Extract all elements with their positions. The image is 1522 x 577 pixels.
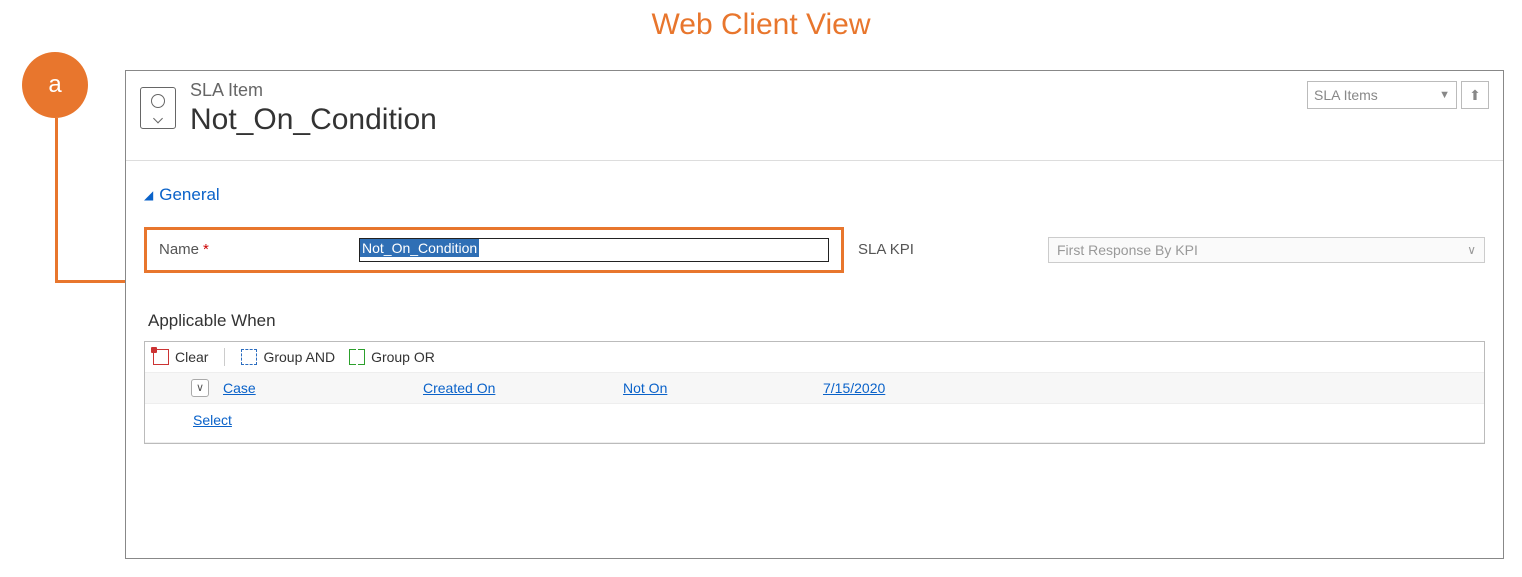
section-general-header[interactable]: ◢ General <box>144 185 1485 205</box>
condition-attribute[interactable]: Created On <box>423 380 623 396</box>
navigate-up-button[interactable]: ⬆ <box>1461 81 1489 109</box>
annotation-connector <box>55 280 135 283</box>
form-body: ◢ General Name * Not_On_Condition SLA KP… <box>126 161 1503 458</box>
chevron-down-icon: ∨ <box>1467 243 1476 257</box>
required-star-icon: * <box>203 242 209 257</box>
expand-row-button[interactable]: ∨ <box>191 379 209 397</box>
group-and-icon <box>241 349 257 365</box>
header-right: SLA Items ▼ ⬆ <box>1307 81 1489 109</box>
entity-type-label: SLA Item <box>190 81 1307 101</box>
group-or-icon <box>349 349 365 365</box>
clear-button[interactable]: Clear <box>153 349 208 365</box>
condition-value[interactable]: 7/15/2020 <box>823 380 1023 396</box>
group-or-button[interactable]: Group OR <box>349 349 435 365</box>
kpi-lookup[interactable]: First Response By KPI ∨ <box>1048 237 1485 263</box>
condition-toolbar: Clear Group AND Group OR <box>145 342 1484 373</box>
condition-select-row: Select <box>145 404 1484 443</box>
entity-icon <box>140 87 176 129</box>
kpi-label: SLA KPI <box>858 241 1048 258</box>
condition-operator[interactable]: Not On <box>623 380 823 396</box>
name-label: Name * <box>159 241 359 258</box>
name-field-highlight: Name * Not_On_Condition <box>144 227 844 273</box>
record-title: Not_On_Condition <box>190 103 1307 136</box>
section-title: General <box>159 185 219 205</box>
clear-label: Clear <box>175 349 208 365</box>
condition-row: ∨ Case Created On Not On 7/15/2020 <box>145 373 1484 404</box>
form-selector-label: SLA Items <box>1314 87 1378 103</box>
kpi-field: SLA KPI First Response By KPI ∨ <box>858 237 1485 263</box>
annotation-badge-a: a <box>22 52 88 118</box>
toolbar-separator <box>224 348 225 366</box>
condition-select-link[interactable]: Select <box>193 412 1476 428</box>
arrow-up-icon: ⬆ <box>1469 87 1481 104</box>
group-or-label: Group OR <box>371 349 435 365</box>
page-heading: Web Client View <box>0 0 1522 48</box>
condition-builder: Clear Group AND Group OR ∨ Case Created … <box>144 341 1485 444</box>
condition-entity[interactable]: Case <box>223 380 423 396</box>
header-titles: SLA Item Not_On_Condition <box>190 81 1307 136</box>
form-selector[interactable]: SLA Items ▼ <box>1307 81 1457 109</box>
group-and-button[interactable]: Group AND <box>241 349 335 365</box>
caret-down-icon: ▼ <box>1439 89 1450 101</box>
annotation-connector <box>55 118 58 282</box>
app-window: SLA Item Not_On_Condition SLA Items ▼ ⬆ … <box>125 70 1504 559</box>
group-and-label: Group AND <box>263 349 335 365</box>
name-input-value: Not_On_Condition <box>360 239 479 257</box>
name-label-text: Name <box>159 241 199 258</box>
name-input[interactable]: Not_On_Condition <box>359 238 829 262</box>
clear-icon <box>153 349 169 365</box>
collapse-triangle-icon: ◢ <box>144 188 153 202</box>
general-row: Name * Not_On_Condition SLA KPI First Re… <box>144 227 1485 273</box>
record-header: SLA Item Not_On_Condition SLA Items ▼ ⬆ <box>126 71 1503 161</box>
kpi-value: First Response By KPI <box>1057 242 1198 258</box>
applicable-when-heading: Applicable When <box>148 311 1485 331</box>
